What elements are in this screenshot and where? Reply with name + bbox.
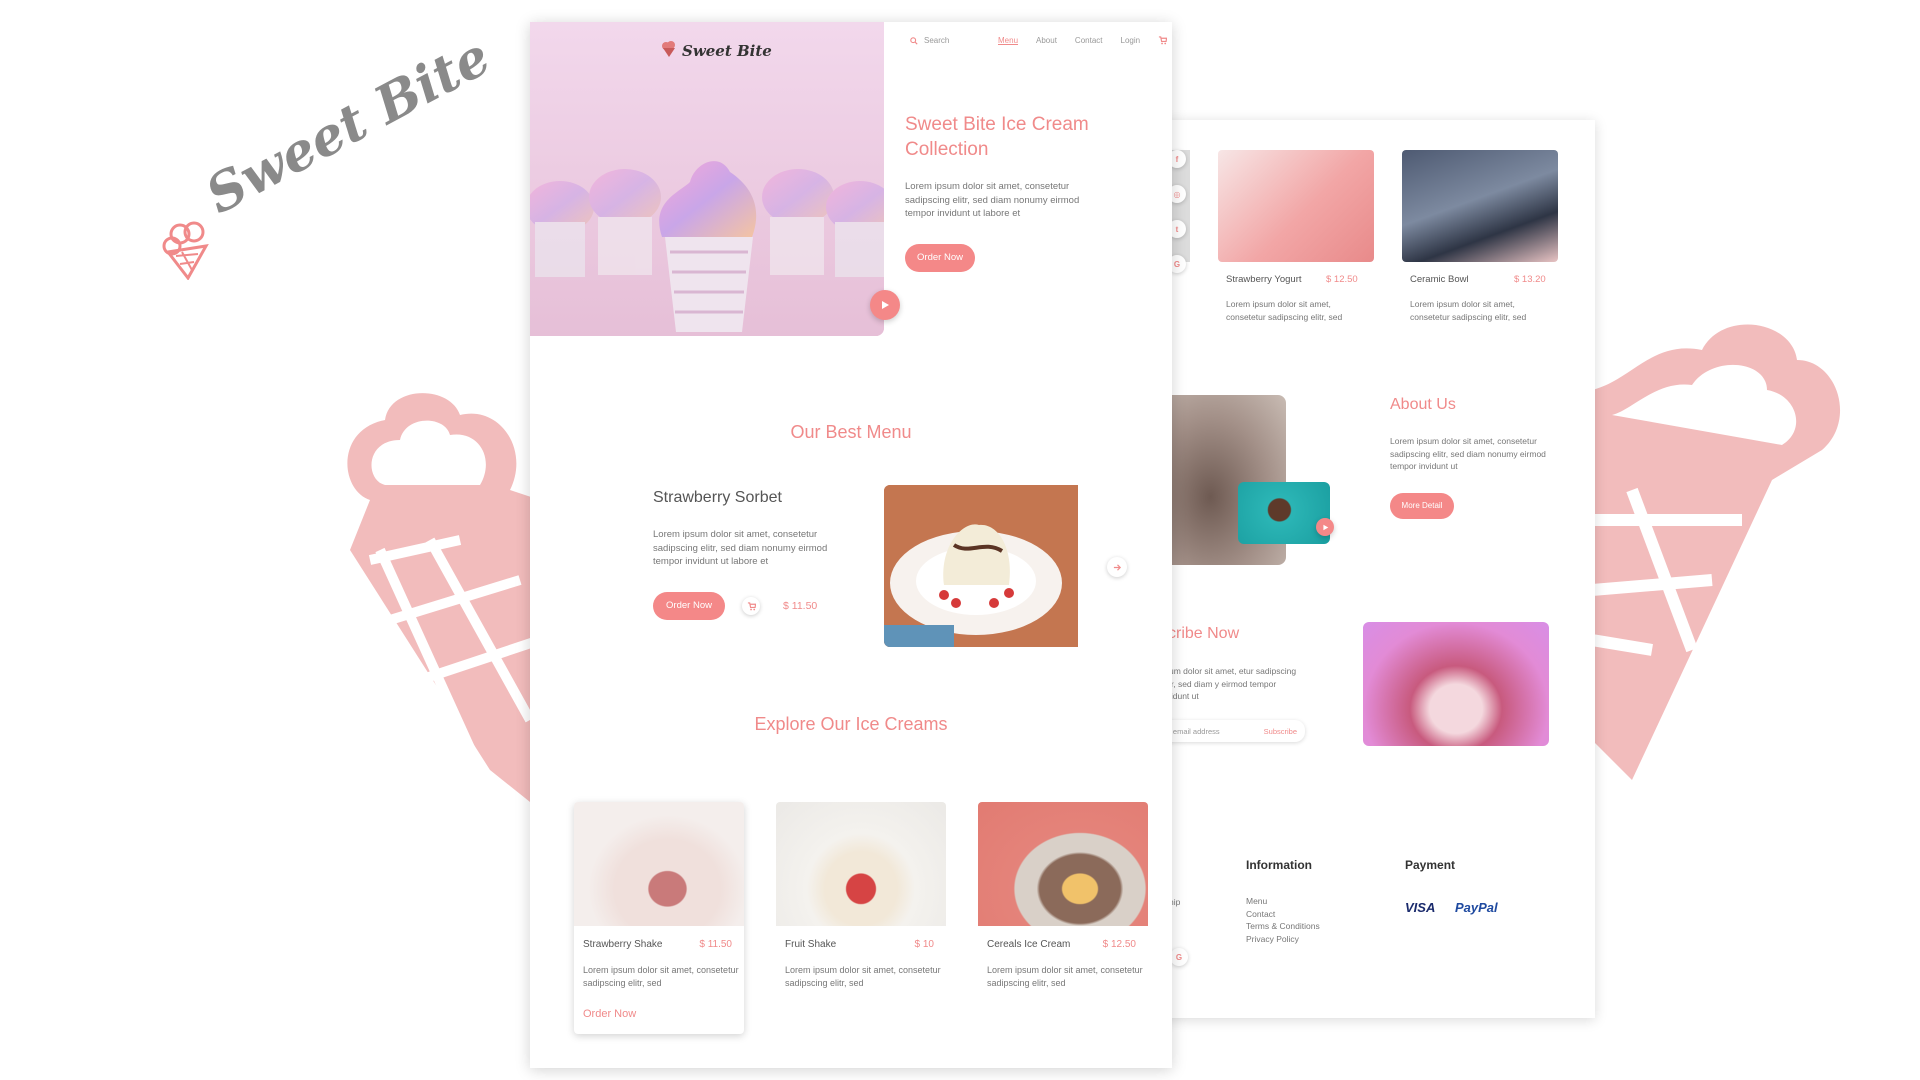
product-description: Lorem ipsum dolor sit amet, consetetur s… [785,965,941,988]
best-menu-order-now-button[interactable]: Order Now [653,592,725,620]
nav-contact[interactable]: Contact [1075,36,1103,45]
top-navigation: Search Menu About Contact Login [910,36,1168,45]
subscribe-description: psum dolor sit amet, etur sadipscing eli… [1160,666,1297,701]
footer-link-privacy[interactable]: Privacy Policy [1246,933,1320,946]
product-image [1218,150,1374,262]
email-subscribe-form: our email address Subscribe [1160,720,1305,742]
more-detail-button[interactable]: More Detail [1390,493,1454,519]
footer-link-terms[interactable]: Terms & Conditions [1246,920,1320,933]
google-plus-icon[interactable]: G [1170,948,1188,966]
explore-title: Explore Our Ice Creams [754,714,948,734]
product-description: Lorem ipsum dolor sit amet, consetetur s… [1226,299,1343,322]
about-play-button[interactable] [1316,518,1334,536]
about-description: Lorem ipsum dolor sit amet, consetetur s… [1390,436,1546,471]
product-description: Lorem ipsum dolor sit amet, consetetur s… [1410,299,1527,322]
hero-cupcake-image [530,22,884,336]
nav-login[interactable]: Login [1121,36,1141,45]
cart-icon[interactable] [1158,36,1168,45]
showcase-logo-text: Sweet Bite [196,25,500,227]
ice-cream-logo-icon [162,221,209,280]
search-icon [910,36,918,45]
arrow-right-icon [1113,563,1121,571]
nav-menu[interactable]: Menu [998,36,1018,45]
product-card[interactable]: Strawberry Shake $ 11.50 Lorem ipsum dol… [574,802,744,1034]
product-price: $ 11.50 [699,939,732,950]
hero-order-now-button[interactable]: Order Now [905,244,975,272]
product-price: $ 12.50 [1326,274,1358,285]
best-menu-price: $ 11.50 [783,600,818,612]
hero-play-button[interactable] [870,290,900,320]
best-menu-title: Our Best Menu [790,422,912,442]
nav-about[interactable]: About [1036,36,1057,45]
product-image [978,802,1148,926]
hero-title: Sweet Bite Ice Cream Collection [905,114,1089,160]
product-description: Lorem ipsum dolor sit amet, consetetur s… [987,965,1143,988]
product-price: $ 12.50 [1102,939,1136,950]
product-image [574,802,744,926]
brand-name[interactable]: Sweet Bite [682,42,772,60]
search-box[interactable]: Search [910,36,980,45]
best-menu-item-name: Strawberry Sorbet [653,489,782,506]
product-price: $ 10 [914,939,934,950]
visa-logo: VISA [1405,900,1436,915]
product-card[interactable]: Ceramic Bowl $ 13.20 Lorem ipsum dolor s… [1402,150,1562,330]
about-inset-image [1238,482,1330,544]
subscribe-image [1363,622,1549,746]
add-to-cart-button[interactable] [742,597,760,615]
product-name: Ceramic Bowl [1410,274,1469,285]
next-arrow-button[interactable] [1107,557,1127,577]
product-name: Fruit Shake [785,939,837,950]
product-name: Strawberry Yogurt [1226,274,1302,285]
strawberry-sorbet-image [884,485,1078,647]
product-name: Cereals Ice Cream [987,939,1071,950]
decor-ice-cream-cone-left [347,393,540,810]
product-card[interactable]: Strawberry Yogurt $ 12.50 Lorem ipsum do… [1218,150,1378,330]
hero-description: Lorem ipsum dolor sit amet, consetetur s… [905,181,1080,219]
decor-ice-cream-cone-right [1592,324,1841,780]
product-order-now-link[interactable]: Order Now [583,1008,636,1020]
front-page-mockup: Sweet Bite Search Menu About Contact Log… [530,22,1172,1068]
information-links: Menu Contact Terms & Conditions Privacy … [1246,895,1320,945]
best-menu-item-description: Lorem ipsum dolor sit amet, consetetur s… [653,529,828,567]
back-page-mockup: f ◎ t G Strawberry Yogurt $ 12.50 Lorem … [1160,120,1595,1018]
product-card[interactable]: Cereals Ice Cream $ 12.50 Lorem ipsum do… [978,802,1148,1034]
play-icon [882,301,889,309]
cart-icon [747,601,756,610]
brand-logo-icon [662,41,675,57]
product-card[interactable]: Fruit Shake $ 10 Lorem ipsum dolor sit a… [776,802,946,1034]
cupcakes-illustration [530,22,884,336]
product-image [1402,150,1558,262]
payment-title: Payment [1405,858,1456,872]
footer-link-contact[interactable]: Contact [1246,908,1320,921]
product-name: Strawberry Shake [583,939,663,950]
search-input[interactable]: Search [924,36,949,45]
subscribe-button[interactable]: Subscribe [1264,727,1297,736]
information-title: Information [1246,858,1312,872]
sorbet-illustration [884,485,1078,647]
product-description: Lorem ipsum dolor sit amet, consetetur s… [583,965,739,988]
footer-link-menu[interactable]: Menu [1246,895,1320,908]
product-image [776,802,946,926]
product-price: $ 13.20 [1514,274,1546,285]
play-icon [1322,524,1328,530]
about-title: About Us [1390,396,1456,413]
paypal-logo: PayPal [1455,900,1498,915]
